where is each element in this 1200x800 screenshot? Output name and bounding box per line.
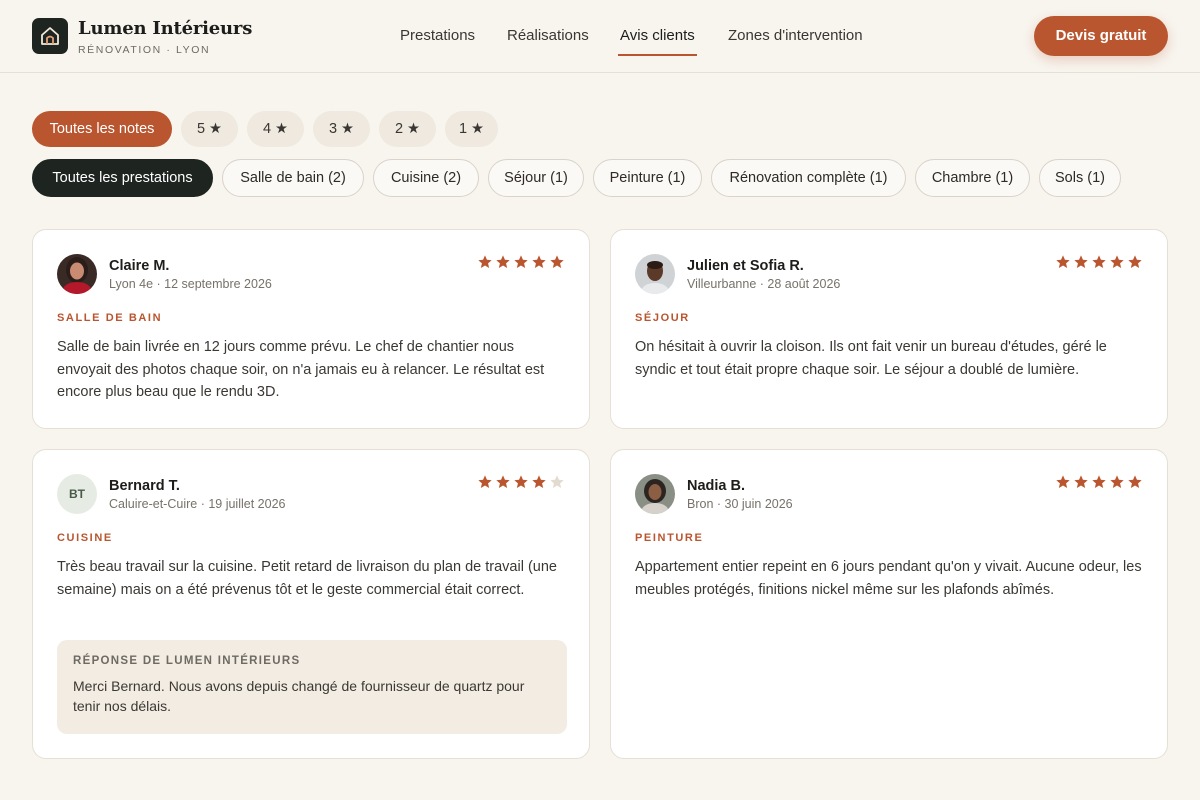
free-quote-button[interactable]: Devis gratuit	[1034, 16, 1168, 56]
star-rating	[477, 474, 565, 490]
star-filled-icon	[514, 475, 528, 488]
star-filled-icon	[532, 255, 546, 268]
house-icon	[41, 27, 59, 45]
logo[interactable]	[32, 18, 68, 54]
service-filters: Toutes les prestations Salle de bain (2)…	[32, 159, 1121, 197]
review-card: Julien et Sofia R. Villeurbanne · 28 aoû…	[610, 229, 1168, 429]
company-reply: RÉPONSE DE LUMEN INTÉRIEURS Merci Bernar…	[57, 640, 567, 734]
filter-2-stars[interactable]: 2 ★	[379, 111, 436, 147]
star-filled-icon	[532, 475, 546, 488]
reply-title: RÉPONSE DE LUMEN INTÉRIEURS	[73, 655, 301, 667]
star-rating	[477, 254, 565, 270]
filter-sejour[interactable]: Séjour (1)	[488, 159, 584, 197]
review-category: CUISINE	[57, 532, 113, 544]
star-filled-icon	[1110, 255, 1124, 268]
reviewer-name: Bernard T.	[109, 478, 180, 494]
avatar	[635, 254, 675, 294]
star-filled-icon	[478, 475, 492, 488]
review-meta: Caluire-et-Cuire · 19 juillet 2026	[109, 497, 286, 511]
star-filled-icon	[1074, 475, 1088, 488]
star-filled-icon	[1128, 475, 1142, 488]
star-filled-icon	[550, 255, 564, 268]
star-filled-icon	[1056, 255, 1070, 268]
filter-1-star[interactable]: 1 ★	[445, 111, 498, 147]
filter-all-services[interactable]: Toutes les prestations	[32, 159, 213, 197]
review-category: SALLE DE BAIN	[57, 312, 163, 324]
review-category: PEINTURE	[635, 532, 704, 544]
filter-salle-de-bain[interactable]: Salle de bain (2)	[222, 159, 364, 197]
reviewer-name: Julien et Sofia R.	[687, 258, 804, 274]
star-filled-icon	[514, 255, 528, 268]
review-category: SÉJOUR	[635, 312, 690, 324]
avatar	[635, 474, 675, 514]
filter-chambre[interactable]: Chambre (1)	[915, 159, 1030, 197]
filter-3-stars[interactable]: 3 ★	[313, 111, 370, 147]
review-meta: Lyon 4e · 12 septembre 2026	[109, 277, 272, 291]
reply-text: Merci Bernard. Nous avons depuis changé …	[73, 678, 525, 714]
star-filled-icon	[1128, 255, 1142, 268]
filter-sols[interactable]: Sols (1)	[1039, 159, 1121, 197]
rating-filters: Toutes les notes 5 ★ 4 ★ 3 ★ 2 ★ 1 ★	[32, 111, 498, 147]
reviewer-name: Claire M.	[109, 258, 170, 274]
avatar	[57, 254, 97, 294]
nav-link-realisations[interactable]: Réalisations	[507, 27, 589, 44]
nav-link-avis-clients[interactable]: Avis clients	[620, 27, 695, 44]
filter-renovation-complete[interactable]: Rénovation complète (1)	[711, 159, 906, 197]
review-text: On hésitait à ouvrir la cloison. Ils ont…	[635, 339, 1107, 378]
review-text: Salle de bain livrée en 12 jours comme p…	[57, 339, 545, 400]
review-text: Appartement entier repeint en 6 jours pe…	[635, 559, 1142, 598]
filter-4-stars[interactable]: 4 ★	[247, 111, 304, 147]
filter-5-stars[interactable]: 5 ★	[181, 111, 238, 147]
filter-peinture[interactable]: Peinture (1)	[593, 159, 702, 197]
filter-all-ratings[interactable]: Toutes les notes	[32, 111, 172, 147]
star-filled-icon	[1092, 255, 1106, 268]
brand-name[interactable]: Lumen Intérieurs	[78, 18, 252, 39]
star-filled-icon	[1056, 475, 1070, 488]
star-filled-icon	[1110, 475, 1124, 488]
star-filled-icon	[478, 255, 492, 268]
review-meta: Villeurbanne · 28 août 2026	[687, 277, 841, 291]
review-card: BT Bernard T. Caluire-et-Cuire · 19 juil…	[32, 449, 590, 759]
nav-link-zones[interactable]: Zones d'intervention	[728, 27, 863, 44]
review-card: Nadia B. Bron · 30 juin 2026 PEINTURE Ap…	[610, 449, 1168, 759]
review-meta: Bron · 30 juin 2026	[687, 497, 793, 511]
star-filled-icon	[1092, 475, 1106, 488]
brand-subtitle: RÉNOVATION · LYON	[78, 44, 211, 56]
star-rating	[1055, 474, 1143, 490]
reviewer-name: Nadia B.	[687, 478, 746, 494]
star-filled-icon	[496, 475, 510, 488]
star-empty-icon	[550, 475, 564, 488]
filter-cuisine[interactable]: Cuisine (2)	[373, 159, 479, 197]
nav-active-indicator	[618, 54, 697, 56]
avatar-initials: BT	[57, 474, 97, 514]
site-header: Lumen Intérieurs RÉNOVATION · LYON Prest…	[0, 0, 1200, 73]
review-text: Très beau travail sur la cuisine. Petit …	[57, 559, 557, 598]
nav-link-prestations[interactable]: Prestations	[400, 27, 475, 44]
star-filled-icon	[496, 255, 510, 268]
star-rating	[1055, 254, 1143, 270]
review-card: Claire M. Lyon 4e · 12 septembre 2026 SA…	[32, 229, 590, 429]
star-filled-icon	[1074, 255, 1088, 268]
